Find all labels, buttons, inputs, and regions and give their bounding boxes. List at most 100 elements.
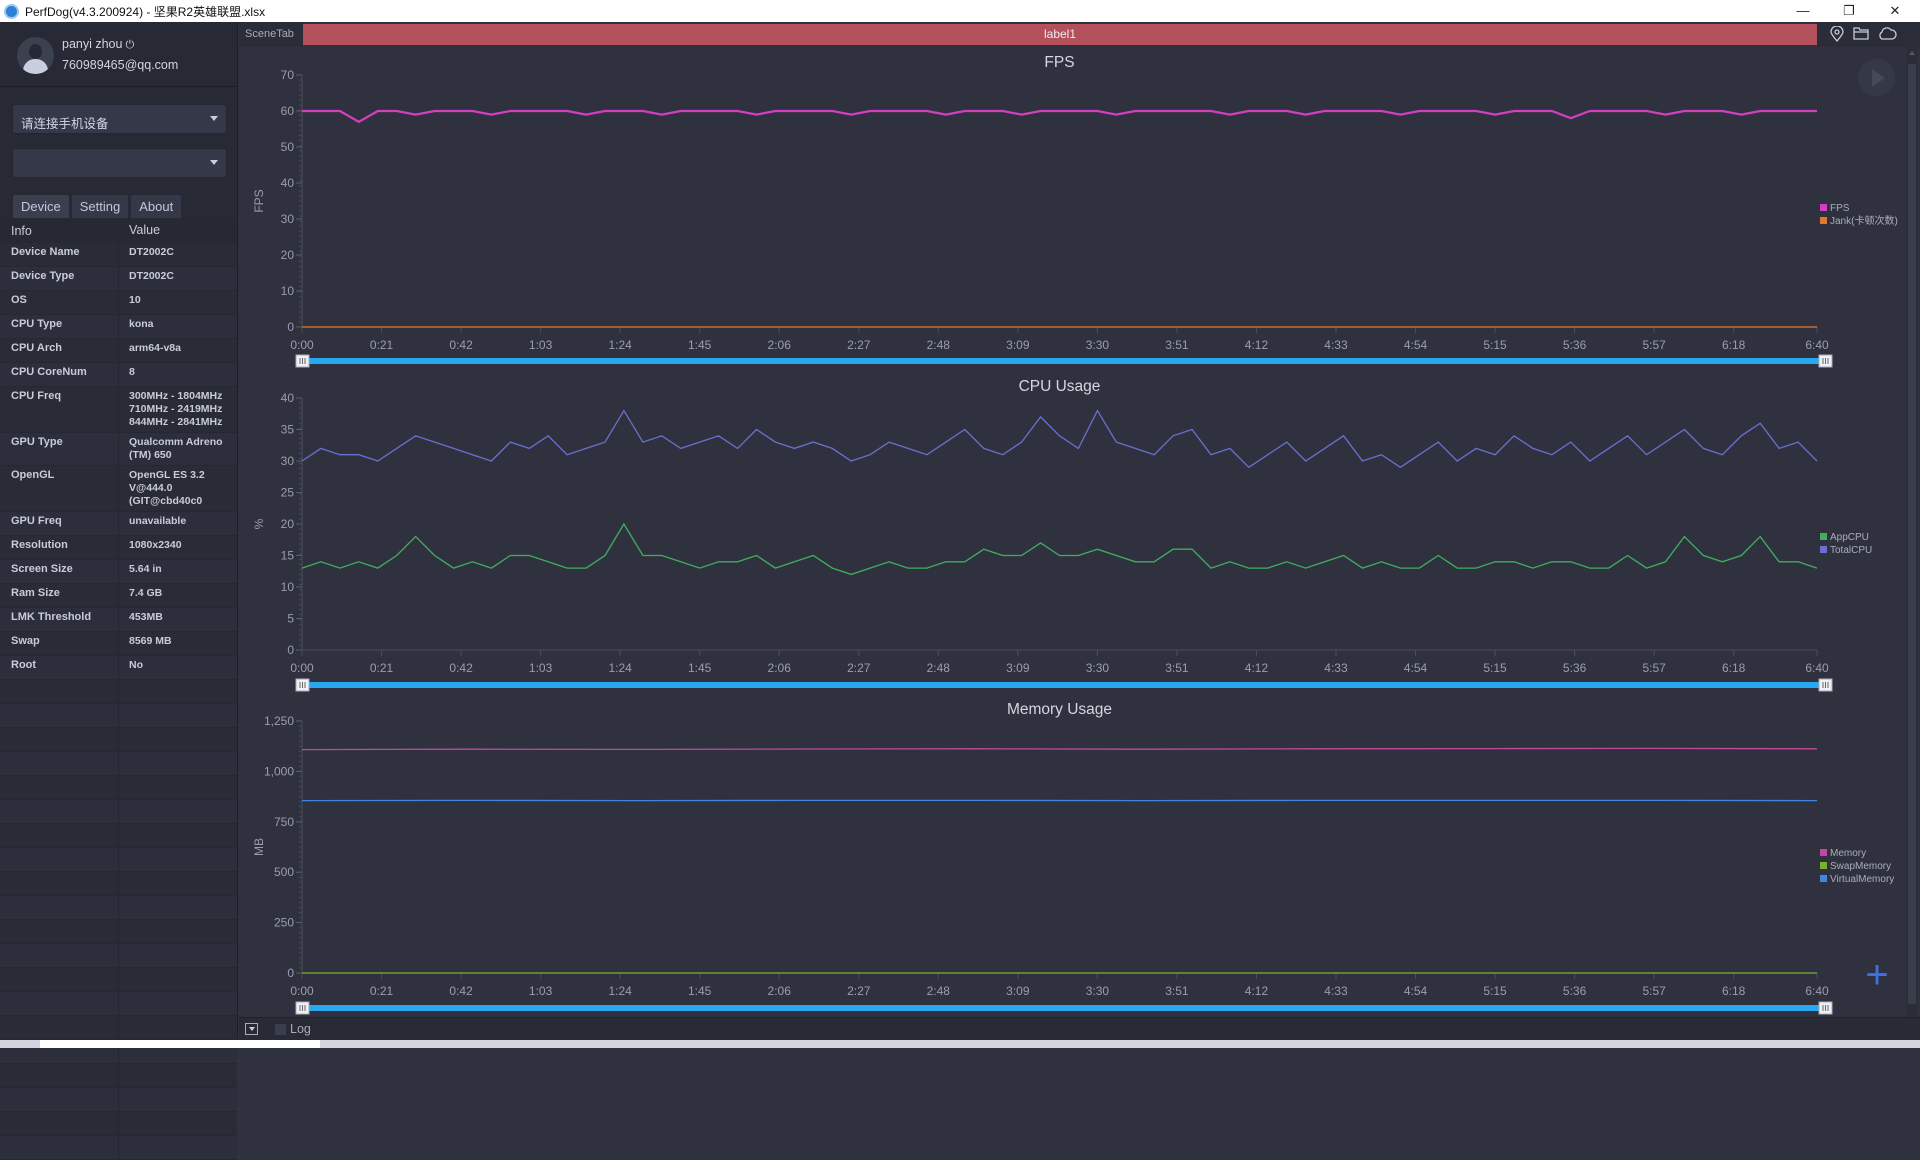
y-tick-label: 70 [281,68,295,82]
empty-row [0,1136,237,1160]
x-tick-label: 5:36 [1563,661,1587,675]
x-tick-label: 5:36 [1563,984,1587,998]
x-tick-label: 1:45 [688,984,712,998]
log-label: Log [290,1022,311,1036]
legend-swatch [1820,217,1827,224]
empty-row [0,1088,237,1112]
y-tick-label: 35 [281,423,295,437]
legend-label[interactable]: Jank(卡顿次数) [1830,214,1898,227]
y-tick-label: 60 [281,104,295,118]
x-tick-label: 2:06 [768,338,792,352]
x-tick-label: 0:00 [290,661,314,675]
x-tick-label: 4:54 [1404,338,1428,352]
x-tick-label: 6:40 [1805,661,1829,675]
series-line-totalcpu [302,411,1817,468]
x-tick-label: 4:33 [1324,984,1348,998]
legend-swatch [1820,546,1827,553]
empty-row [0,1064,237,1088]
y-axis-label: % [252,518,266,529]
expand-toggle-icon[interactable] [245,1023,258,1035]
time-range-slider[interactable] [302,1005,1823,1011]
x-tick-label: 3:30 [1086,661,1110,675]
chart-title: Memory Usage [1007,701,1112,718]
x-tick-label: 1:45 [688,338,712,352]
x-tick-label: 2:27 [847,984,871,998]
x-tick-label: 3:30 [1086,338,1110,352]
vertical-scrollbar[interactable] [1907,47,1918,1017]
x-tick-label: 4:33 [1324,338,1348,352]
x-tick-label: 5:15 [1483,984,1507,998]
y-tick-label: 750 [274,815,294,829]
charts-canvas: FPSFPS0102030405060700:000:210:421:031:2… [0,0,1920,1048]
x-tick-label: 5:57 [1642,984,1666,998]
x-tick-label: 2:06 [768,984,792,998]
x-tick-label: 0:00 [290,338,314,352]
x-tick-label: 4:54 [1404,984,1428,998]
x-tick-label: 3:51 [1165,338,1189,352]
y-tick-label: 0 [287,966,294,980]
scroll-up-icon[interactable] [1909,51,1915,55]
legend-label[interactable]: SwapMemory [1830,861,1891,872]
x-tick-label: 6:18 [1722,984,1746,998]
x-tick-label: 0:42 [449,338,473,352]
x-tick-label: 5:15 [1483,338,1507,352]
scrollbar-thumb[interactable] [1908,64,1916,1004]
bottom-bar: Log [239,1017,1920,1040]
y-tick-label: 1,000 [264,764,294,778]
x-tick-label: 5:57 [1642,661,1666,675]
legend-label[interactable]: TotalCPU [1830,545,1872,556]
y-tick-label: 40 [281,176,295,190]
x-tick-label: 0:42 [449,984,473,998]
chart-title: CPU Usage [1019,378,1101,395]
time-range-slider[interactable] [302,682,1823,688]
x-tick-label: 1:45 [688,661,712,675]
x-tick-label: 0:21 [370,338,394,352]
x-tick-label: 0:00 [290,984,314,998]
time-range-slider[interactable] [302,358,1823,364]
x-tick-label: 1:24 [608,338,632,352]
y-tick-label: 10 [281,580,295,594]
series-line-appcpu [302,524,1817,574]
x-tick-label: 6:18 [1722,661,1746,675]
legend-label[interactable]: Memory [1830,848,1866,859]
x-tick-label: 6:40 [1805,984,1829,998]
x-tick-label: 5:57 [1642,338,1666,352]
y-tick-label: 50 [281,140,295,154]
x-tick-label: 3:30 [1086,984,1110,998]
x-tick-label: 6:40 [1805,338,1829,352]
x-tick-label: 1:24 [608,984,632,998]
y-tick-label: 20 [281,517,295,531]
y-tick-label: 25 [281,486,295,500]
empty-row [0,1112,237,1136]
x-tick-label: 4:12 [1245,338,1269,352]
y-tick-label: 0 [287,643,294,657]
legend-swatch [1820,204,1827,211]
x-tick-label: 5:15 [1483,661,1507,675]
x-tick-label: 2:48 [927,661,951,675]
taskbar [0,1040,1920,1048]
x-tick-label: 1:03 [529,984,553,998]
x-tick-label: 3:51 [1165,661,1189,675]
add-label-button[interactable]: + [1860,958,1894,992]
x-tick-label: 4:54 [1404,661,1428,675]
log-checkbox[interactable] [275,1024,286,1035]
y-tick-label: 250 [274,916,294,930]
x-tick-label: 2:27 [847,338,871,352]
x-tick-label: 4:12 [1245,984,1269,998]
legend-label[interactable]: AppCPU [1830,532,1869,543]
play-button[interactable] [1858,59,1895,96]
y-tick-label: 15 [281,549,295,563]
y-tick-label: 10 [281,284,295,298]
x-tick-label: 3:09 [1006,661,1030,675]
legend-label[interactable]: VirtualMemory [1830,874,1894,885]
x-tick-label: 3:09 [1006,338,1030,352]
y-axis-label: MB [252,838,266,856]
y-tick-label: 500 [274,865,294,879]
y-tick-label: 40 [281,391,295,405]
legend-label[interactable]: FPS [1830,203,1850,214]
x-tick-label: 0:21 [370,984,394,998]
x-tick-label: 2:27 [847,661,871,675]
legend-swatch [1820,533,1827,540]
x-tick-label: 1:24 [608,661,632,675]
x-tick-label: 3:51 [1165,984,1189,998]
